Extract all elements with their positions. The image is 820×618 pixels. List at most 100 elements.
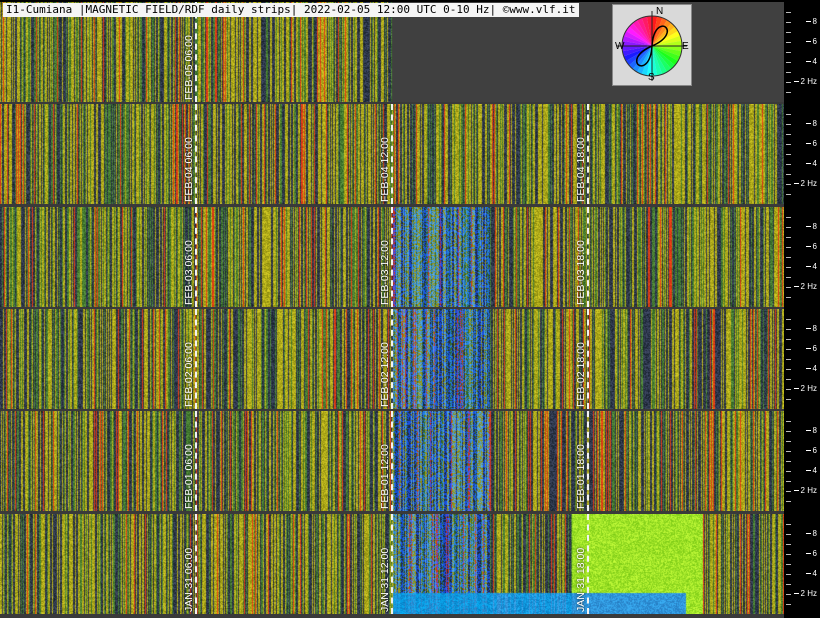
scale-minor-tick <box>786 491 791 492</box>
time-marker <box>587 411 589 511</box>
time-marker-label: FEB-03 18:00 <box>575 240 587 305</box>
scale-minor-tick <box>786 144 791 145</box>
scale-tick-mark <box>793 593 799 595</box>
scale-minor-tick <box>786 329 791 330</box>
scale-minor-tick <box>786 247 791 248</box>
time-marker <box>391 104 393 204</box>
scale-tick-label: 2 Hz <box>793 179 817 189</box>
scale-tick-mark <box>793 490 799 492</box>
time-marker <box>587 309 589 409</box>
time-marker-label: FEB-01 12:00 <box>379 444 391 509</box>
time-marker <box>195 2 197 102</box>
time-marker-label: FEB-01 06:00 <box>183 444 195 509</box>
scale-tick-mark <box>805 41 811 43</box>
chart-title: I1-Cumiana |MAGNETIC FIELD/RDF daily str… <box>3 3 579 17</box>
scale-tick-label: 8 <box>805 324 817 334</box>
frequency-scale-panel: 8 6 4 2 Hz <box>784 207 820 307</box>
scale-minor-tick <box>786 524 791 525</box>
scale-minor-tick <box>786 42 791 43</box>
scale-tick-mark <box>805 430 811 432</box>
scale-tick-label: 2 Hz <box>793 486 817 496</box>
frequency-scale-panel: 8 6 4 2 Hz <box>784 104 820 204</box>
time-marker-label: FEB-04 18:00 <box>575 137 587 202</box>
scale-tick-mark <box>805 246 811 248</box>
scale-tick-text: 8 <box>812 529 817 538</box>
scale-tick-label: 6 <box>805 242 817 252</box>
scale-tick-text: 4 <box>812 569 817 578</box>
scale-tick-label: 2 Hz <box>793 589 817 599</box>
scale-tick-text: 4 <box>812 57 817 66</box>
time-marker-label: JAN-31 18:00 <box>575 547 587 612</box>
scale-minor-tick <box>786 319 791 320</box>
scale-tick-mark <box>793 388 799 390</box>
time-marker <box>391 309 393 409</box>
scale-minor-tick <box>786 124 791 125</box>
scale-tick-label: 6 <box>805 549 817 559</box>
compass-north-label: N <box>656 6 664 17</box>
scale-minor-tick <box>786 534 791 535</box>
scale-minor-tick <box>786 369 791 370</box>
scale-tick-mark <box>805 163 811 165</box>
scale-tick-text: 6 <box>812 549 817 558</box>
time-marker-label: FEB-04 06:00 <box>183 137 195 202</box>
scale-minor-tick <box>786 277 791 278</box>
scale-tick-label: 6 <box>805 344 817 354</box>
scale-tick-text: 4 <box>812 262 817 271</box>
scale-minor-tick <box>786 481 791 482</box>
scale-tick-label: 8 <box>805 426 817 436</box>
scale-minor-tick <box>786 461 791 462</box>
compass-south-label: S <box>648 72 655 83</box>
scale-minor-tick <box>786 594 791 595</box>
scale-minor-tick <box>786 22 791 23</box>
time-marker <box>195 411 197 511</box>
scale-minor-tick <box>786 257 791 258</box>
scale-tick-label: 6 <box>805 37 817 47</box>
scale-minor-tick <box>786 399 791 400</box>
scale-minor-tick <box>786 349 791 350</box>
scale-tick-mark <box>793 183 799 185</box>
scale-minor-tick <box>786 184 791 185</box>
scale-minor-tick <box>786 52 791 53</box>
time-marker <box>587 207 589 307</box>
scale-minor-tick <box>786 194 791 195</box>
scale-tick-label: 8 <box>805 529 817 539</box>
time-marker-label: JAN-31 12:00 <box>379 547 391 612</box>
frequency-scale: 8 6 4 2 Hz 8 6 4 2 Hz 8 6 4 2 Hz 8 6 4 2 Hz 8 6 4 2 Hz 8 6 4 2 … <box>784 0 820 614</box>
scale-minor-tick <box>786 72 791 73</box>
strip-separator <box>0 614 784 618</box>
time-marker-label: FEB-04 12:00 <box>379 137 391 202</box>
scale-minor-tick <box>786 134 791 135</box>
time-marker <box>391 411 393 511</box>
scale-tick-text: 6 <box>812 242 817 251</box>
scale-tick-text: 6 <box>812 37 817 46</box>
scale-minor-tick <box>786 297 791 298</box>
time-marker-label: FEB-01 18:00 <box>575 444 587 509</box>
scale-tick-label: 4 <box>805 569 817 579</box>
scale-tick-text: 8 <box>812 119 817 128</box>
scale-minor-tick <box>786 501 791 502</box>
frequency-scale-panel: 8 6 4 2 Hz <box>784 514 820 614</box>
scale-tick-label: 2 Hz <box>793 77 817 87</box>
time-marker-label: FEB-02 18:00 <box>575 342 587 407</box>
scale-minor-tick <box>786 154 791 155</box>
scale-tick-mark <box>805 21 811 23</box>
frequency-scale-panel: 8 6 4 2 Hz <box>784 2 820 102</box>
scale-tick-mark <box>805 553 811 555</box>
time-marker-label: FEB-02 06:00 <box>183 342 195 407</box>
scale-tick-mark <box>793 286 799 288</box>
scale-tick-mark <box>793 81 799 83</box>
scale-minor-tick <box>786 92 791 93</box>
scale-minor-tick <box>786 267 791 268</box>
compass-east-label: E <box>682 41 689 52</box>
scale-tick-text: 2 Hz <box>800 486 817 495</box>
scale-minor-tick <box>786 604 791 605</box>
time-marker-label: JAN-31 06:00 <box>183 547 195 612</box>
scale-minor-tick <box>786 339 791 340</box>
time-marker <box>587 104 589 204</box>
scale-minor-tick <box>786 12 791 13</box>
scale-minor-tick <box>786 584 791 585</box>
scale-minor-tick <box>786 379 791 380</box>
time-marker <box>391 514 393 614</box>
scale-tick-text: 2 Hz <box>800 179 817 188</box>
scale-tick-text: 8 <box>812 426 817 435</box>
